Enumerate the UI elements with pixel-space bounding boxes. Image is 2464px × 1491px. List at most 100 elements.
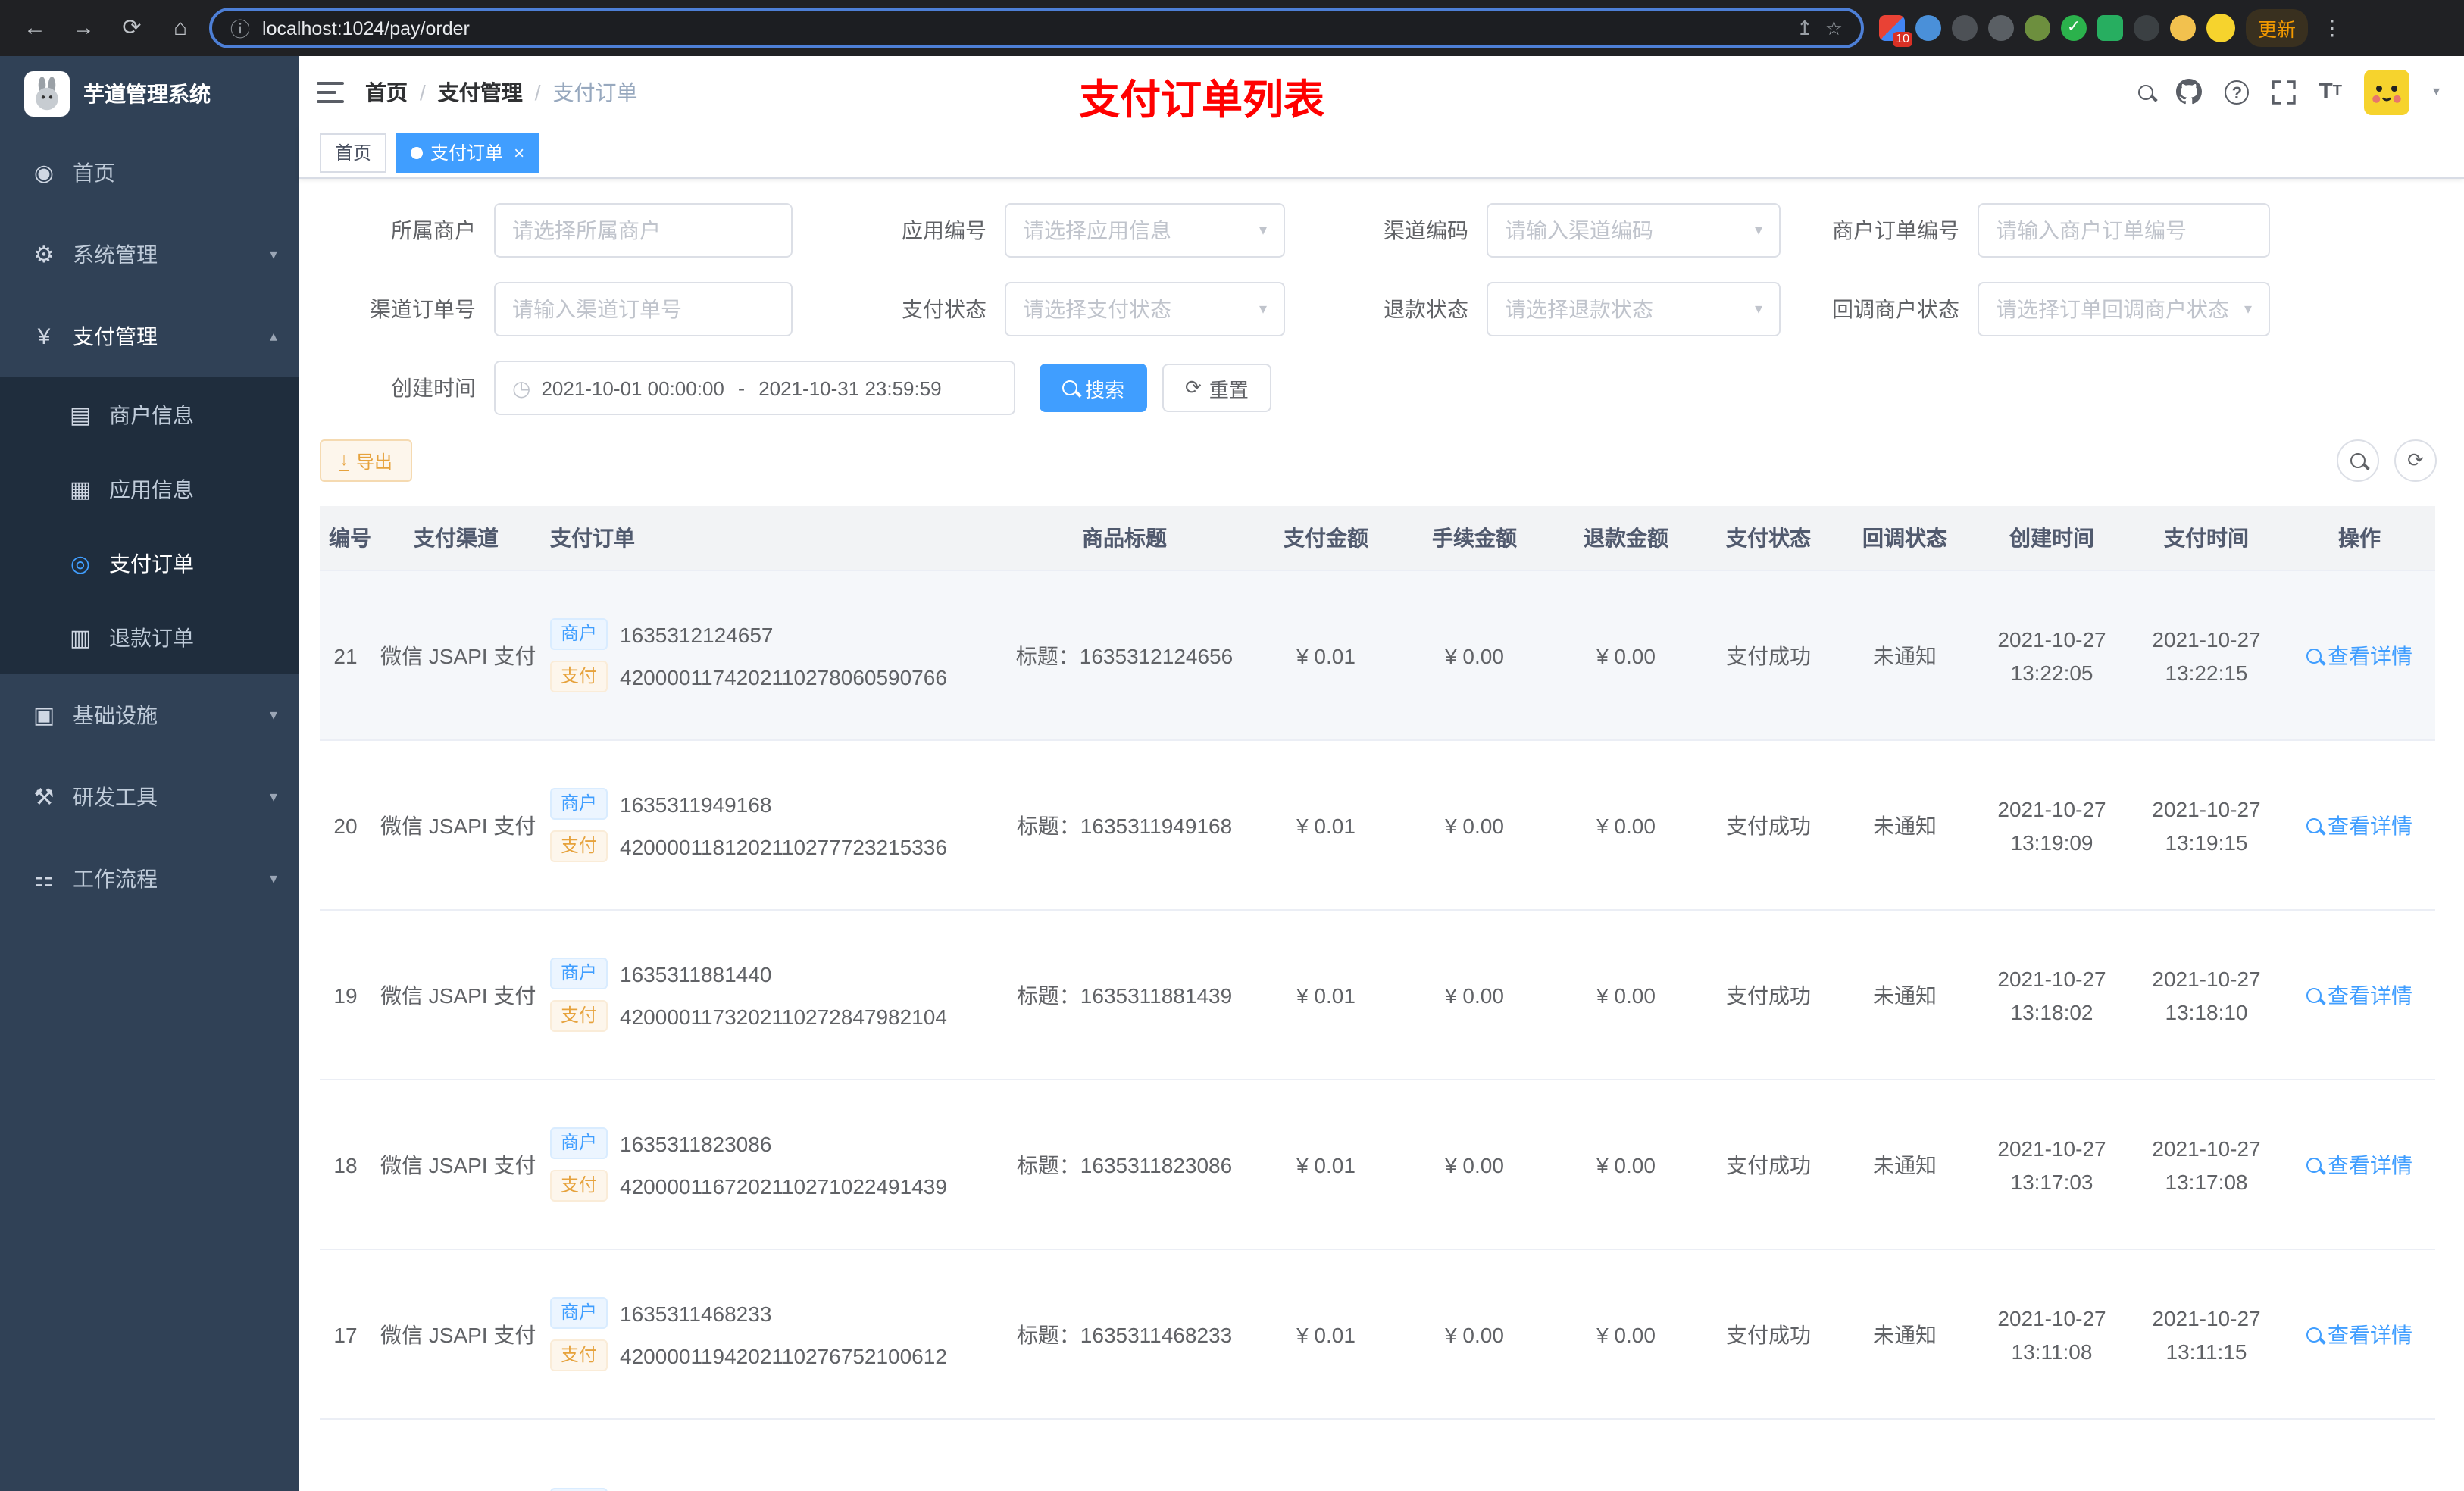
view-detail-link[interactable]: 查看详情: [2306, 640, 2412, 670]
sidebar-item-pay-order[interactable]: ◎ 支付订单: [0, 526, 299, 600]
sidebar-item-label: 支付订单: [109, 551, 194, 575]
view-detail-link[interactable]: 查看详情: [2306, 1149, 2412, 1180]
sidebar-item-merchant-info[interactable]: ▤ 商户信息: [0, 377, 299, 452]
merchant-tag: 商户: [550, 788, 608, 820]
avatar-caret-icon[interactable]: ▾: [2433, 83, 2440, 100]
filter-label: 渠道编码: [1384, 218, 1468, 242]
bookmark-star-icon[interactable]: ☆: [1825, 16, 1843, 40]
column-header: 编号: [320, 506, 371, 571]
extension-icon[interactable]: [1952, 15, 1978, 41]
refresh-table-button[interactable]: ⟳: [2394, 439, 2437, 482]
sidebar-item-infrastructure[interactable]: ▣ 基础设施 ▾: [0, 674, 299, 756]
user-avatar[interactable]: [2364, 69, 2410, 114]
channel-order-no-input[interactable]: 请输入渠道订单号: [494, 282, 793, 336]
home-icon[interactable]: ⌂: [161, 8, 200, 48]
cell-status: 支付成功: [1702, 1080, 1835, 1250]
filter-label: 渠道订单号: [370, 297, 476, 321]
forward-icon[interactable]: →: [64, 8, 103, 48]
cell-channel: 微信 JSAPI 支付: [371, 1080, 541, 1250]
view-detail-link[interactable]: 查看详情: [2306, 980, 2412, 1010]
yen-icon: ¥: [37, 324, 51, 349]
grid-icon: ▦: [69, 477, 92, 502]
cell-refund: ¥ 0.00: [1550, 1249, 1702, 1420]
sidebar-item-dev-tools[interactable]: ⚒ 研发工具 ▾: [0, 756, 299, 838]
github-icon[interactable]: [2176, 79, 2203, 105]
view-detail-link[interactable]: 查看详情: [2306, 810, 2412, 840]
reload-icon[interactable]: ⟳: [112, 8, 152, 48]
extension-icon[interactable]: 10: [1879, 15, 1912, 47]
cell-action: 查看详情: [2284, 570, 2435, 741]
browser-update-button[interactable]: 更新: [2246, 9, 2309, 47]
site-info-icon[interactable]: ⓘ: [230, 14, 250, 42]
view-detail-link[interactable]: 查看详情: [2306, 1319, 2412, 1349]
refund-status-select[interactable]: 请选择退款状态 ▾: [1487, 282, 1781, 336]
cell-pay-time: 2021-10-27 13:22:15: [2129, 570, 2284, 741]
column-header: 回调状态: [1835, 506, 1975, 571]
cell-notify: 未通知: [1835, 570, 1975, 741]
notify-status-select[interactable]: 请选择订单回调商户状态 ▾: [1978, 282, 2270, 336]
sidebar-item-app-info[interactable]: ▦ 应用信息: [0, 452, 299, 526]
close-icon[interactable]: ×: [514, 134, 524, 170]
reset-button[interactable]: ⟳ 重置: [1162, 364, 1271, 412]
chevron-down-icon: ▾: [269, 789, 277, 805]
back-icon[interactable]: ←: [15, 8, 55, 48]
sidebar-collapse-icon[interactable]: [317, 81, 344, 102]
gear-icon: ⚙: [33, 242, 55, 268]
sidebar-item-label: 支付管理: [73, 324, 158, 349]
browser-menu-icon[interactable]: ⋮: [2319, 15, 2346, 41]
channel-code-select[interactable]: 请输入渠道编码 ▾: [1487, 203, 1781, 258]
tab-home[interactable]: 首页: [320, 133, 387, 172]
column-header: 创建时间: [1975, 506, 2129, 571]
extension-icon[interactable]: [1915, 15, 1941, 41]
sidebar-item-refund-order[interactable]: ▥ 退款订单: [0, 600, 299, 674]
merchant-select[interactable]: 请选择所属商户: [494, 203, 793, 258]
breadcrumb-home[interactable]: 首页: [365, 77, 408, 107]
cell-refund: ¥ 0.00: [1550, 910, 1702, 1080]
search-icon[interactable]: [2138, 84, 2154, 99]
cell-create-time: 2021-10-27 13:19:09: [1975, 740, 2129, 911]
browser-profile-avatar[interactable]: [2206, 14, 2235, 42]
sidebar-item-home[interactable]: ◉ 首页: [0, 132, 299, 214]
sidebar-item-label: 系统管理: [73, 242, 158, 267]
page-content: 所属商户 请选择所属商户 应用编号 请选择应用信息 ▾ 渠道编码 请输入渠道编码 ▾…: [299, 179, 2464, 1491]
extension-icon[interactable]: [2097, 15, 2123, 41]
cell-create-time: 2021-10-27 13:11:08: [1975, 1249, 2129, 1420]
breadcrumb: 首页 / 支付管理 / 支付订单: [365, 77, 638, 107]
tab-pay-order[interactable]: 支付订单 ×: [396, 133, 540, 172]
cell-notify: 未通知: [1835, 740, 1975, 911]
extension-icon[interactable]: [2025, 15, 2050, 41]
chevron-down-icon: ▾: [1754, 301, 1762, 317]
merchant-order-no-input[interactable]: 请输入商户订单编号: [1978, 203, 2270, 258]
breadcrumb-payment[interactable]: 支付管理: [438, 77, 523, 107]
extension-check-icon[interactable]: ✓: [2061, 15, 2087, 41]
cell-status: 支付成功: [1702, 910, 1835, 1080]
pay-status-select[interactable]: 请选择支付状态 ▾: [1005, 282, 1285, 336]
page-title: 支付订单列表: [1079, 77, 1324, 122]
cell-amount: ¥ 0.01: [1253, 740, 1399, 911]
export-button[interactable]: ↓ 导出: [320, 439, 413, 482]
sidebar-item-payment[interactable]: ¥ 支付管理 ▴: [0, 295, 299, 377]
pay-tag: 支付: [550, 1000, 608, 1032]
toggle-search-button[interactable]: [2337, 439, 2379, 482]
help-icon[interactable]: ?: [2225, 80, 2250, 104]
app-id-select[interactable]: 请选择应用信息 ▾: [1005, 203, 1285, 258]
cell-action: 查看详情: [2284, 740, 2435, 911]
sidebar-item-workflow[interactable]: ⚏ 工作流程 ▾: [0, 838, 299, 920]
chevron-up-icon: ▴: [269, 328, 277, 345]
sidebar-item-system[interactable]: ⚙ 系统管理 ▾: [0, 214, 299, 295]
extension-icon[interactable]: [1988, 15, 2014, 41]
search-button[interactable]: 搜索: [1040, 364, 1148, 412]
extension-icon[interactable]: [2134, 15, 2159, 41]
cell-status: 支付成功: [1702, 1249, 1835, 1420]
extension-icon[interactable]: [2170, 15, 2196, 41]
font-size-icon[interactable]: TT: [2319, 79, 2342, 105]
cell-title: 标题：1635311823086: [996, 1080, 1253, 1250]
date-range-input[interactable]: ◷ 2021-10-01 00:00:00 - 2021-10-31 23:59…: [494, 361, 1015, 415]
fullscreen-icon[interactable]: [2272, 80, 2297, 104]
chevron-down-icon: ▾: [269, 246, 277, 263]
cell-pay-order: 商户 1635311949168 支付 4200001181202110277723…: [541, 740, 996, 911]
url-bar[interactable]: ⓘ localhost:1024/pay/order ↥ ☆: [209, 8, 1864, 48]
cell-notify: 未通知: [1835, 1249, 1975, 1420]
share-icon[interactable]: ↥: [1796, 16, 1813, 40]
app-logo: 芋道管理系统: [0, 56, 299, 132]
